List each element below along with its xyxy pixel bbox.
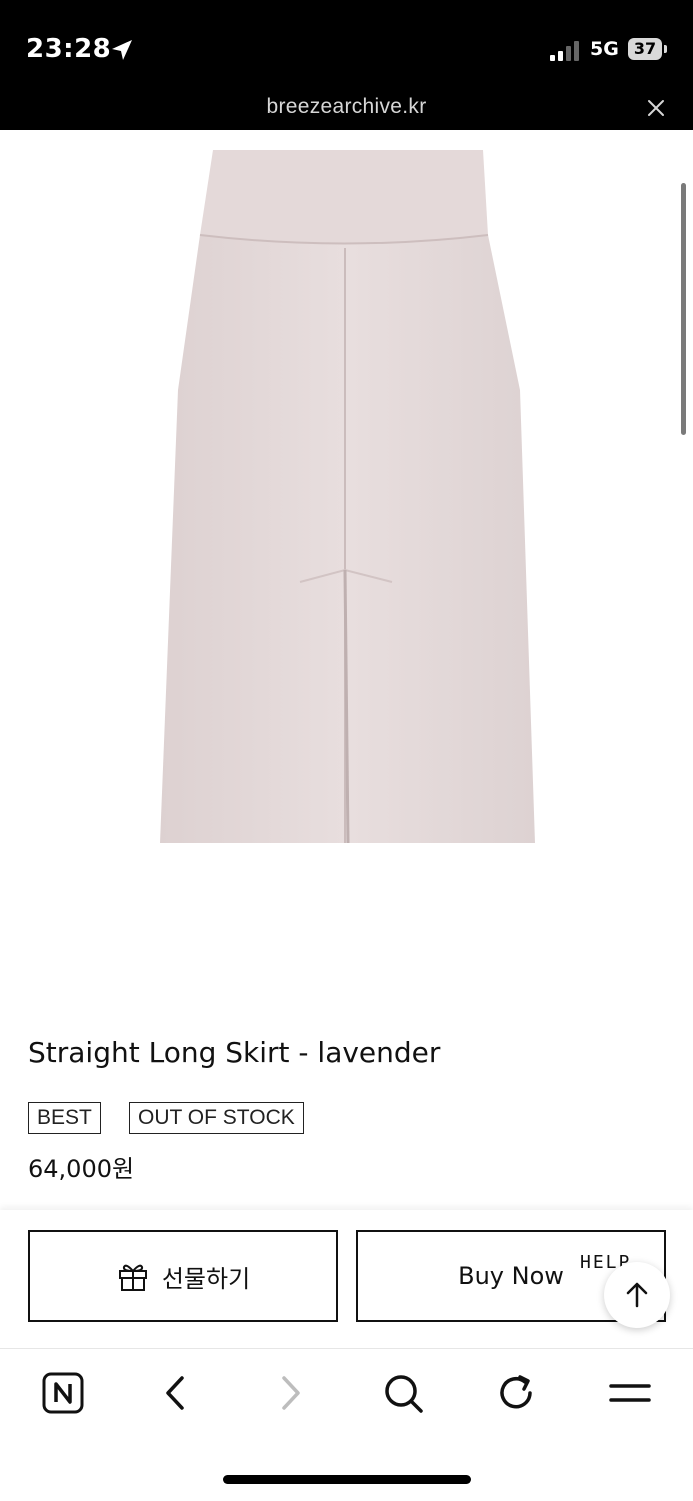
gift-icon — [118, 1264, 147, 1291]
search-icon[interactable] — [380, 1370, 426, 1416]
out-of-stock-badge: OUT OF STOCK — [129, 1102, 304, 1134]
product-price: 64,000원 — [28, 1155, 135, 1183]
product-title: Straight Long Skirt - lavender — [28, 1036, 441, 1069]
address-bar-url[interactable]: breezearchive.kr — [0, 95, 693, 119]
back-icon[interactable] — [153, 1370, 199, 1416]
close-icon[interactable] — [644, 96, 668, 120]
refresh-icon[interactable] — [494, 1370, 540, 1416]
naver-home-icon[interactable] — [40, 1370, 86, 1416]
status-time: 23:28 — [26, 34, 112, 64]
forward-icon — [267, 1370, 313, 1416]
product-image — [0, 130, 693, 1010]
battery-level: 37 — [628, 38, 662, 60]
gift-button-label: 선물하기 — [161, 1264, 251, 1293]
skirt-illustration — [160, 150, 535, 844]
buy-now-label: Buy Now — [458, 1262, 564, 1290]
best-badge: BEST — [28, 1102, 101, 1134]
scroll-to-top-button[interactable] — [604, 1262, 670, 1328]
battery-icon: 37 — [628, 38, 668, 62]
signal-icon — [550, 41, 579, 61]
location-arrow-icon — [112, 40, 132, 60]
menu-icon[interactable] — [607, 1370, 653, 1416]
page-scrollbar[interactable] — [681, 183, 686, 435]
status-bar: 23:28 5G 37 breezearchive.kr — [0, 0, 693, 130]
arrow-up-icon — [626, 1282, 648, 1308]
network-type: 5G — [590, 38, 619, 60]
home-indicator[interactable] — [223, 1475, 471, 1484]
gift-button[interactable]: 선물하기 — [28, 1230, 338, 1322]
